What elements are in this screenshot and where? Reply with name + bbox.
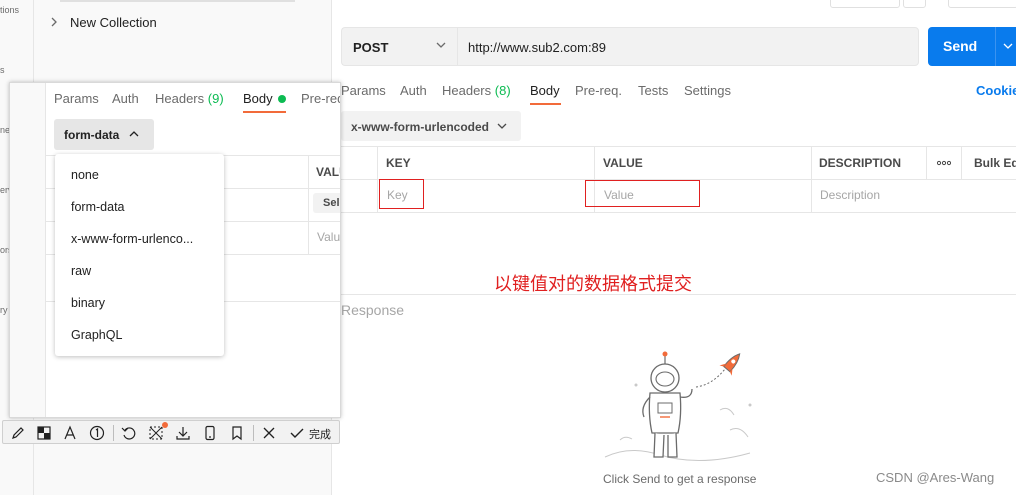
overlay-active-tab-indicator [243, 111, 286, 113]
url-value: http://www.sub2.com:89 [468, 40, 607, 55]
column-header-description: DESCRIPTION [819, 156, 902, 170]
send-label: Send [943, 38, 978, 54]
astronaut-illustration [604, 351, 752, 461]
menu-item-form-data[interactable]: form-data [71, 200, 125, 214]
table-border [341, 212, 1016, 213]
overlay-tab-headers[interactable]: Headers (9) [155, 91, 224, 106]
body-type-select[interactable]: form-data [54, 119, 154, 150]
toolbar-separator [113, 425, 114, 441]
table-divider [377, 146, 378, 213]
menu-item-none[interactable]: none [71, 168, 99, 182]
body-encoding-label: x-www-form-urlencoded [351, 120, 490, 134]
url-input[interactable]: http://www.sub2.com:89 [457, 27, 919, 66]
chevron-down-icon [436, 42, 446, 48]
menu-item-urlencoded[interactable]: x-www-form-urlenco... [71, 232, 193, 246]
screenshot-toolbar: 完成 [2, 420, 340, 444]
response-divider [341, 294, 1016, 295]
overlay-tab-auth[interactable]: Auth [112, 91, 139, 106]
body-type-menu: none form-data x-www-form-urlenco... raw… [55, 154, 224, 356]
send-divider [995, 27, 996, 66]
overlay-column-header-value: VALU [316, 165, 340, 179]
overlay-screenshot-panel: Params Auth Headers (9) Body Pre-req for… [9, 82, 341, 418]
cookies-link[interactable]: Cookie [976, 83, 1016, 98]
tab-tests[interactable]: Tests [638, 83, 668, 98]
phone-icon[interactable] [201, 424, 219, 442]
body-type-label: form-data [64, 128, 120, 142]
bulk-edit-button[interactable]: Bulk Ed [974, 156, 1016, 170]
notification-dot [162, 422, 168, 428]
empty-response-message: Click Send to get a response [603, 472, 757, 486]
tab-body[interactable]: Body [530, 83, 560, 98]
tab-params[interactable]: Params [341, 83, 386, 98]
table-border [341, 146, 1016, 147]
tab-headers-count: (8) [494, 83, 511, 98]
tab-settings[interactable]: Settings [684, 83, 731, 98]
toolbar-separator [253, 425, 254, 441]
collection-label: New Collection [70, 15, 157, 30]
overlay-tab-body[interactable]: Body [243, 91, 273, 106]
nav-fragment-apis[interactable]: s [0, 65, 5, 75]
chevron-down-icon[interactable] [1002, 40, 1014, 52]
text-icon[interactable] [61, 424, 79, 442]
column-header-value: VALUE [603, 156, 643, 170]
download-icon[interactable] [174, 424, 192, 442]
table-divider [308, 155, 309, 254]
done-label[interactable]: 完成 [309, 426, 331, 442]
number-icon[interactable] [88, 424, 106, 442]
sidebar-search-edge [60, 0, 295, 2]
overlay-sidebar [10, 83, 46, 417]
tab-headers[interactable]: Headers (8) [442, 83, 511, 98]
overlay-tab-headers-label: Headers [155, 91, 205, 106]
overlay-tab-prereq[interactable]: Pre-req [301, 91, 340, 106]
column-header-key: KEY [386, 156, 411, 170]
sidebar-item-new-collection[interactable]: New Collection [34, 12, 332, 34]
top-save-button[interactable] [830, 0, 900, 8]
more-options-icon[interactable] [937, 159, 951, 167]
mosaic-icon[interactable] [35, 424, 53, 442]
nav-fragment-collections[interactable]: tions [0, 5, 19, 15]
watermark: CSDN @Ares-Wang [876, 470, 995, 485]
active-tab-indicator [530, 103, 561, 105]
tab-prereq[interactable]: Pre-req. [575, 83, 622, 98]
body-encoding-select[interactable]: x-www-form-urlencoded [341, 111, 521, 141]
description-input[interactable]: Description [820, 188, 880, 202]
menu-item-binary[interactable]: binary [71, 296, 105, 310]
top-save-dropdown[interactable] [903, 0, 926, 8]
undo-icon[interactable] [120, 424, 138, 442]
annotation-text: 以键值对的数据格式提交 [494, 274, 692, 295]
annotation-box-value [585, 180, 700, 207]
tab-headers-label: Headers [442, 83, 492, 98]
overlay-tab-params[interactable]: Params [54, 91, 99, 106]
close-icon[interactable] [260, 424, 278, 442]
method-select[interactable]: POST [341, 27, 458, 66]
tab-auth[interactable]: Auth [400, 83, 427, 98]
overlay-value-input[interactable]: Valu [317, 230, 340, 244]
method-label: POST [353, 40, 389, 55]
table-divider [926, 146, 927, 180]
pencil-icon[interactable] [9, 424, 27, 442]
response-label: Response [341, 302, 405, 318]
menu-item-raw[interactable]: raw [71, 264, 91, 278]
bookmark-icon[interactable] [228, 424, 246, 442]
table-divider [961, 146, 962, 180]
chevron-right-icon [51, 17, 57, 27]
table-divider [811, 146, 812, 213]
overlay-tab-headers-count: (9) [207, 91, 224, 106]
file-type-select[interactable]: Sele [313, 193, 340, 213]
check-icon[interactable] [288, 424, 306, 442]
nav-fragment-history[interactable]: ry [0, 305, 8, 315]
send-button[interactable]: Send [928, 27, 1016, 66]
key-value-table: KEY VALUE DESCRIPTION Bulk Ed Key Value … [341, 146, 1016, 213]
annotation-box-key [379, 179, 424, 209]
body-modified-dot [278, 95, 286, 103]
menu-item-graphql[interactable]: GraphQL [71, 328, 122, 342]
chevron-up-icon [129, 131, 139, 137]
chevron-down-icon [497, 123, 507, 129]
top-action-button[interactable] [948, 0, 1016, 8]
file-type-label: Sele [323, 197, 340, 209]
